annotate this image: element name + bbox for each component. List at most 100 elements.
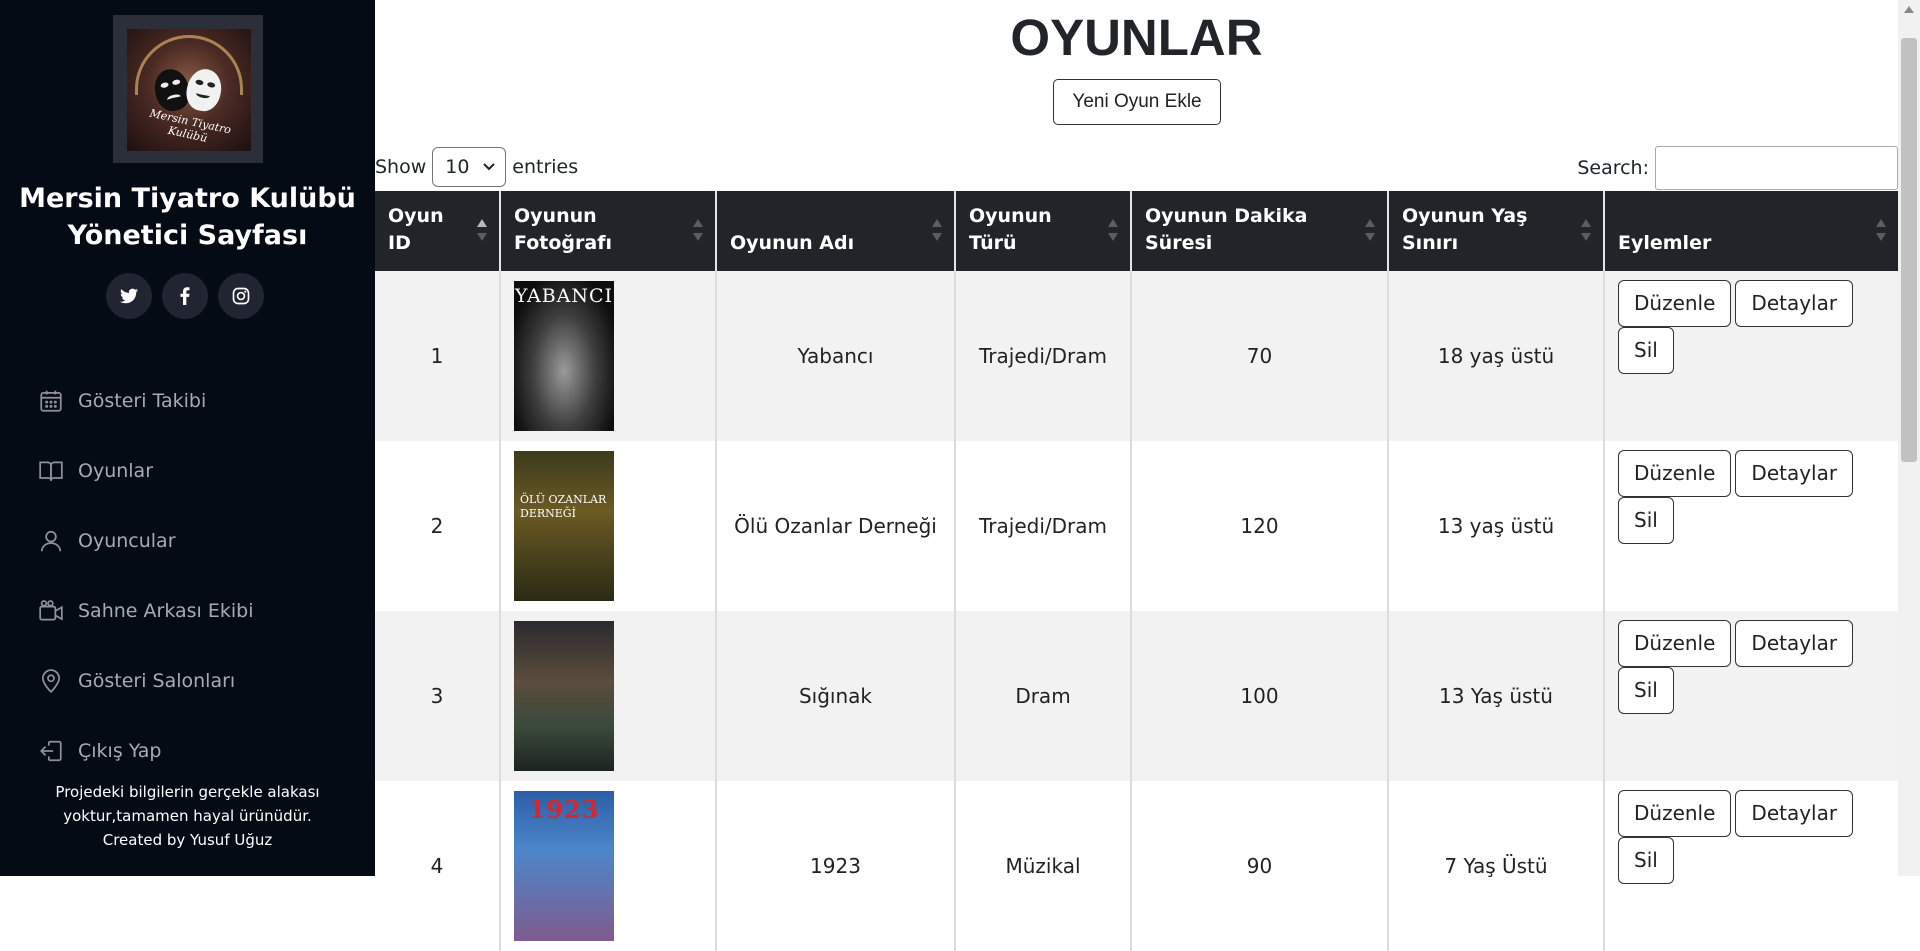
sort-icon xyxy=(693,219,703,241)
site-title-line2: Yönetici Sayfası xyxy=(67,220,308,251)
sidebar-item-show-tracking[interactable]: Gösteri Takibi xyxy=(38,366,253,436)
site-title: Mersin Tiyatro Kulübü Yönetici Sayfası xyxy=(0,180,375,254)
logout-icon xyxy=(40,740,62,762)
sort-icon xyxy=(932,219,942,241)
cell-name: Sığınak xyxy=(716,611,956,781)
table-header-row: Oyun ID Oyunun Fotoğrafı Oyunun Adı Oyunun… xyxy=(375,191,1898,271)
sidebar-item-venues[interactable]: Gösteri Salonları xyxy=(38,646,253,716)
logo-text: Mersin Tiyatro Kulübü xyxy=(148,106,233,145)
poster-image[interactable]: YABANCI xyxy=(514,281,614,431)
cell-age-limit: 18 yaş üstü xyxy=(1388,271,1605,441)
edit-button[interactable]: Düzenle xyxy=(1618,790,1732,837)
search-input[interactable] xyxy=(1655,146,1898,190)
cell-age-limit: 13 Yaş üstü xyxy=(1388,611,1605,781)
cell-genre: Trajedi/Dram xyxy=(955,441,1132,611)
delete-button[interactable]: Sil xyxy=(1618,667,1674,714)
camera-icon xyxy=(39,600,63,621)
cell-actions: Düzenle Detaylar Sil xyxy=(1604,271,1898,441)
edit-button[interactable]: Düzenle xyxy=(1618,450,1732,497)
column-header-age-limit[interactable]: Oyunun Yaş Sınırı xyxy=(1388,191,1605,271)
location-pin-icon xyxy=(42,669,60,694)
cell-genre: Müzikal xyxy=(955,781,1132,951)
sort-icon xyxy=(1581,219,1591,241)
show-label: Show xyxy=(375,156,427,178)
poster-image[interactable] xyxy=(514,621,614,771)
sidebar-item-label: Gösteri Takibi xyxy=(78,390,207,412)
chevron-down-icon xyxy=(483,163,495,171)
edit-button[interactable]: Düzenle xyxy=(1618,620,1732,667)
column-header-duration[interactable]: Oyunun Dakika Süresi xyxy=(1131,191,1389,271)
entries-length-control: Show 10 entries xyxy=(375,147,578,187)
poster-image[interactable]: ÖLÜ OZANLAR DERNEĞİ xyxy=(514,451,614,601)
column-header-actions[interactable]: Eylemler xyxy=(1604,191,1898,271)
search-label: Search: xyxy=(1577,157,1649,179)
footer-line1: Projedeki bilgilerin gerçekle alakası xyxy=(55,783,320,801)
details-button[interactable]: Detaylar xyxy=(1735,790,1854,837)
cell-age-limit: 7 Yaş Üstü xyxy=(1388,781,1605,951)
details-button[interactable]: Detaylar xyxy=(1735,450,1854,497)
column-header-id[interactable]: Oyun ID xyxy=(375,191,501,271)
table-row: 2 ÖLÜ OZANLAR DERNEĞİ Ölü Ozanlar Derneğ… xyxy=(375,441,1898,611)
delete-button[interactable]: Sil xyxy=(1618,327,1674,374)
details-button[interactable]: Detaylar xyxy=(1735,620,1854,667)
sort-icon xyxy=(1365,219,1375,241)
column-header-photo[interactable]: Oyunun Fotoğrafı xyxy=(500,191,717,271)
instagram-icon[interactable] xyxy=(218,273,264,319)
sidebar-item-label: Gösteri Salonları xyxy=(78,670,236,692)
sidebar-item-logout[interactable]: Çıkış Yap xyxy=(38,716,253,786)
sidebar-item-plays[interactable]: Oyunlar xyxy=(38,436,253,506)
scrollbar-thumb[interactable] xyxy=(1901,38,1917,462)
column-header-genre[interactable]: Oyunun Türü xyxy=(955,191,1132,271)
cell-duration: 120 xyxy=(1131,441,1389,611)
delete-button[interactable]: Sil xyxy=(1618,497,1674,544)
sidebar-item-backstage-crew[interactable]: Sahne Arkası Ekibi xyxy=(38,576,253,646)
sidebar: Mersin Tiyatro Kulübü Mersin Tiyatro Kul… xyxy=(0,0,375,876)
cell-name: Ölü Ozanlar Derneği xyxy=(716,441,956,611)
sidebar-item-label: Çıkış Yap xyxy=(78,740,162,762)
cell-name: Yabancı xyxy=(716,271,956,441)
twitter-icon[interactable] xyxy=(106,273,152,319)
cell-genre: Dram xyxy=(955,611,1132,781)
search-control: Search: xyxy=(1577,146,1898,190)
page-scrollbar[interactable] xyxy=(1898,0,1920,876)
table-row: 4 1923 1923 Müzikal 90 7 Yaş Üstü Düzenl… xyxy=(375,781,1898,951)
sort-icon xyxy=(1108,219,1118,241)
sort-icon xyxy=(1876,219,1886,241)
cell-duration: 90 xyxy=(1131,781,1389,951)
cell-age-limit: 13 yaş üstü xyxy=(1388,441,1605,611)
plays-table: Oyun ID Oyunun Fotoğrafı Oyunun Adı Oyunun… xyxy=(375,191,1898,951)
cell-genre: Trajedi/Dram xyxy=(955,271,1132,441)
cell-actions: Düzenle Detaylar Sil xyxy=(1604,781,1898,951)
sidebar-item-label: Oyunlar xyxy=(78,460,154,482)
site-title-line1: Mersin Tiyatro Kulübü xyxy=(19,183,356,214)
calendar-icon xyxy=(40,390,62,412)
scroll-up-arrow-icon[interactable] xyxy=(1904,6,1914,13)
sidebar-item-label: Sahne Arkası Ekibi xyxy=(78,600,254,622)
cell-duration: 70 xyxy=(1131,271,1389,441)
entries-label: entries xyxy=(512,156,579,178)
delete-button[interactable]: Sil xyxy=(1618,837,1674,884)
theatre-masks-image: Mersin Tiyatro Kulübü xyxy=(127,29,251,151)
table-row: 1 YABANCI Yabancı Trajedi/Dram 70 18 yaş… xyxy=(375,271,1898,441)
details-button[interactable]: Detaylar xyxy=(1735,280,1854,327)
edit-button[interactable]: Düzenle xyxy=(1618,280,1732,327)
entries-select[interactable]: 10 xyxy=(432,147,507,187)
club-logo[interactable]: Mersin Tiyatro Kulübü xyxy=(113,15,263,163)
sidebar-item-label: Oyuncular xyxy=(78,530,176,552)
add-play-button[interactable]: Yeni Oyun Ekle xyxy=(1053,79,1221,125)
cell-id: 3 xyxy=(375,611,501,781)
table-row: 3 Sığınak Dram 100 13 Yaş üstü Düzenle D… xyxy=(375,611,1898,781)
cell-name: 1923 xyxy=(716,781,956,951)
sidebar-nav: Gösteri Takibi Oyunlar Oyuncular Sahne A… xyxy=(38,366,253,786)
cell-id: 1 xyxy=(375,271,501,441)
column-header-name[interactable]: Oyunun Adı xyxy=(716,191,956,271)
poster-title: YABANCI xyxy=(514,285,614,307)
main-content: OYUNLAR Yeni Oyun Ekle Show 10 entries S… xyxy=(375,0,1898,951)
facebook-icon[interactable] xyxy=(162,273,208,319)
footer-credit: Created by Yusuf Uğuz xyxy=(102,831,273,849)
poster-image[interactable]: 1923 xyxy=(514,791,614,941)
cell-duration: 100 xyxy=(1131,611,1389,781)
footer-line2: yoktur,tamamen hayal ürünüdür. xyxy=(63,807,312,825)
disclaimer-footer: Projedeki bilgilerin gerçekle alakası yo… xyxy=(0,780,375,852)
sidebar-item-actors[interactable]: Oyuncular xyxy=(38,506,253,576)
